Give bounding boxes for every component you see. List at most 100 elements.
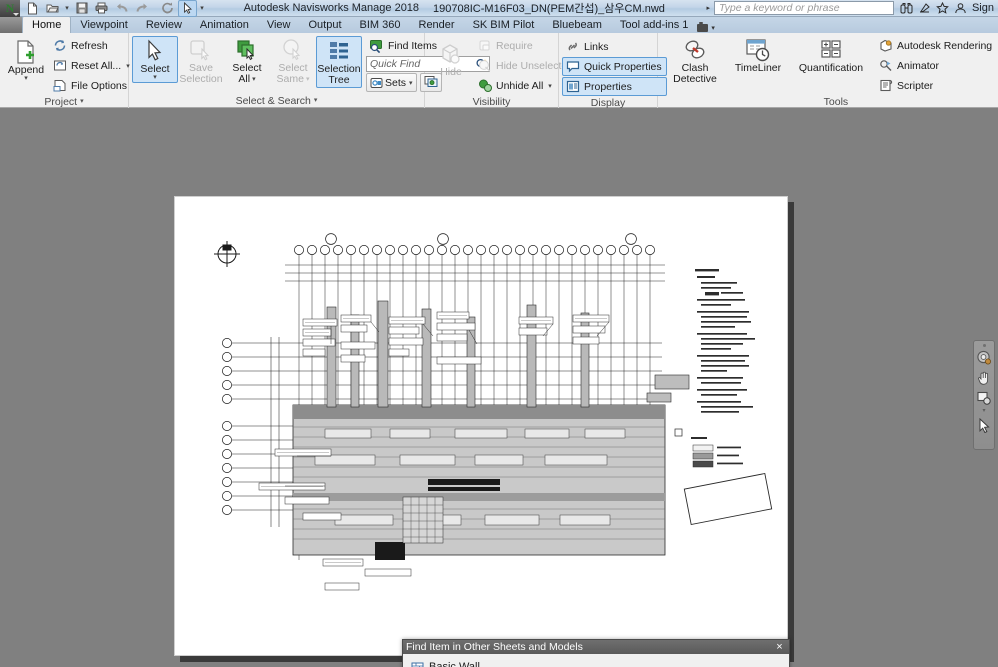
sets-icon <box>370 76 383 89</box>
tab-review[interactable]: Review <box>137 17 191 33</box>
ribbon-tab-bar: Home Viewpoint Review Animation View Out… <box>0 16 998 33</box>
navbar-handle[interactable] <box>982 344 986 347</box>
properties-button[interactable]: Properties <box>562 77 667 96</box>
chevron-down-icon[interactable]: ▾ <box>982 408 985 414</box>
navigation-bar[interactable]: ▾ <box>973 340 995 450</box>
title-bar: N ▾ ▾ Autodesk Navisworks Manage 2018 19… <box>0 0 998 17</box>
quantification-icon <box>817 37 845 63</box>
visibility-panel-title[interactable]: Visibility <box>425 95 558 109</box>
links-label: Links <box>584 40 609 53</box>
application-menu-button[interactable]: N <box>0 0 20 17</box>
dialog-title-bar[interactable]: Find Item in Other Sheets and Models × <box>403 640 789 654</box>
tab-bluebeam[interactable]: Bluebeam <box>543 17 611 33</box>
scene-view[interactable]: ▾ Find Item in Other Sheets and Models ×… <box>0 109 998 667</box>
drawing-sheet[interactable] <box>174 196 788 656</box>
sets-button[interactable]: Sets ▾ <box>366 73 417 92</box>
autodesk-rendering-button[interactable]: Autodesk Rendering <box>875 36 997 55</box>
reset-all-label: Reset All... <box>71 59 122 72</box>
new-document-icon[interactable] <box>23 0 42 17</box>
undo-icon[interactable] <box>112 0 131 17</box>
tab-tool-add-ins-1[interactable]: Tool add-ins 1 <box>611 17 698 33</box>
dialog-title: Find Item in Other Sheets and Models <box>406 641 583 653</box>
animator-label: Animator <box>897 59 940 72</box>
clash-detective-label-2: Detective <box>673 73 717 85</box>
camera-icon <box>697 22 709 32</box>
viewpoint-camera-control[interactable]: ▾ <box>697 22 723 33</box>
binoculars-icon[interactable] <box>900 2 913 15</box>
select-search-panel-title[interactable]: Select & Search ▾ <box>129 94 424 108</box>
tab-output[interactable]: Output <box>300 17 351 33</box>
tab-animation[interactable]: Animation <box>191 17 258 33</box>
tools-panel-title[interactable]: Tools <box>658 95 998 109</box>
select-cursor-icon[interactable] <box>975 416 993 434</box>
refresh-icon[interactable] <box>158 0 177 17</box>
select-same-icon <box>280 37 306 63</box>
links-icon <box>565 39 580 54</box>
zoom-window-icon[interactable] <box>975 389 993 407</box>
application-button[interactable] <box>0 17 22 33</box>
require-label: Require <box>496 39 533 52</box>
save-icon[interactable] <box>72 0 91 17</box>
sign-in-button[interactable]: Sign <box>972 2 994 14</box>
selection-tree-button[interactable]: Selection Tree <box>316 36 362 88</box>
satellite-icon[interactable] <box>918 2 931 15</box>
pan-hand-icon[interactable] <box>975 369 993 387</box>
quantification-button[interactable]: Quantification <box>790 35 872 76</box>
properties-icon <box>565 79 580 94</box>
redo-icon[interactable] <box>132 0 151 17</box>
user-icon[interactable] <box>954 2 967 15</box>
tab-viewpoint[interactable]: Viewpoint <box>71 17 137 33</box>
tab-home[interactable]: Home <box>22 16 72 33</box>
refresh-button[interactable]: Refresh <box>49 36 135 55</box>
tab-view[interactable]: View <box>258 17 300 33</box>
select-button[interactable]: Select ▾ <box>132 36 178 83</box>
quick-properties-button[interactable]: Quick Properties <box>562 57 667 76</box>
search-input[interactable]: Type a keyword or phrase <box>713 1 894 15</box>
marker-icon <box>674 428 683 437</box>
chevron-down-icon[interactable]: ▾ <box>153 74 157 81</box>
wall-icon <box>411 661 424 667</box>
steering-wheel-icon[interactable] <box>975 349 993 367</box>
detail-cluster <box>402 496 444 544</box>
find-item-dialog[interactable]: Find Item in Other Sheets and Models × B… <box>402 639 790 667</box>
ribbon-panel-visibility: Hide Require Hide Unselected Unhide All … <box>425 33 573 109</box>
select-same-label-2: Same <box>276 73 304 85</box>
select-cursor-icon[interactable] <box>178 0 197 17</box>
timeliner-button[interactable]: TimeLiner <box>726 35 790 76</box>
title-bar-icons: Sign <box>896 1 998 15</box>
search-expand-caret-icon[interactable]: ▸ <box>702 4 714 12</box>
chevron-down-icon[interactable]: ▾ <box>711 24 715 32</box>
open-folder-icon[interactable] <box>43 0 62 17</box>
reset-all-button[interactable]: Reset All... ▾ <box>49 56 135 75</box>
chevron-down-icon[interactable]: ▾ <box>252 76 256 83</box>
append-button[interactable]: Append ▾ <box>3 37 49 84</box>
star-icon[interactable] <box>936 1 949 15</box>
links-button[interactable]: Links <box>562 37 667 56</box>
animator-button[interactable]: Animator <box>875 56 997 75</box>
save-selection-icon <box>188 37 214 63</box>
tab-bim-360[interactable]: BIM 360 <box>351 17 410 33</box>
file-options-button[interactable]: File Options <box>49 76 135 95</box>
print-icon[interactable] <box>92 0 111 17</box>
chevron-down-icon[interactable]: ▾ <box>409 79 413 87</box>
chevron-down-icon[interactable]: ▾ <box>314 94 318 108</box>
tab-sk-bim-pilot[interactable]: SK BIM Pilot <box>464 17 544 33</box>
project-panel-title[interactable]: Project ▾ <box>0 95 128 109</box>
ribbon-panel-tools: Clash Detective TimeLiner Quantification <box>658 33 998 108</box>
close-icon[interactable]: × <box>773 641 786 654</box>
chevron-down-icon[interactable]: ▾ <box>24 75 28 82</box>
select-cursor-icon <box>144 38 166 64</box>
quick-properties-label: Quick Properties <box>584 60 662 73</box>
qat-overflow-caret-icon[interactable]: ▾ <box>198 4 206 12</box>
chevron-down-icon[interactable]: ▾ <box>80 95 84 109</box>
display-panel-title[interactable]: Display <box>559 96 657 110</box>
legend-swatches <box>692 444 714 468</box>
clash-detective-button[interactable]: Clash Detective <box>664 35 726 87</box>
scripter-button[interactable]: Scripter <box>875 76 997 95</box>
tab-render[interactable]: Render <box>410 17 464 33</box>
open-dropdown-caret-icon[interactable]: ▾ <box>63 4 71 12</box>
chevron-down-icon[interactable]: ▾ <box>548 82 552 90</box>
select-all-button[interactable]: Select All ▾ <box>224 35 270 87</box>
dialog-body: Basic Wall Item is found in these sheets… <box>403 654 789 667</box>
select-all-icon <box>234 37 260 63</box>
